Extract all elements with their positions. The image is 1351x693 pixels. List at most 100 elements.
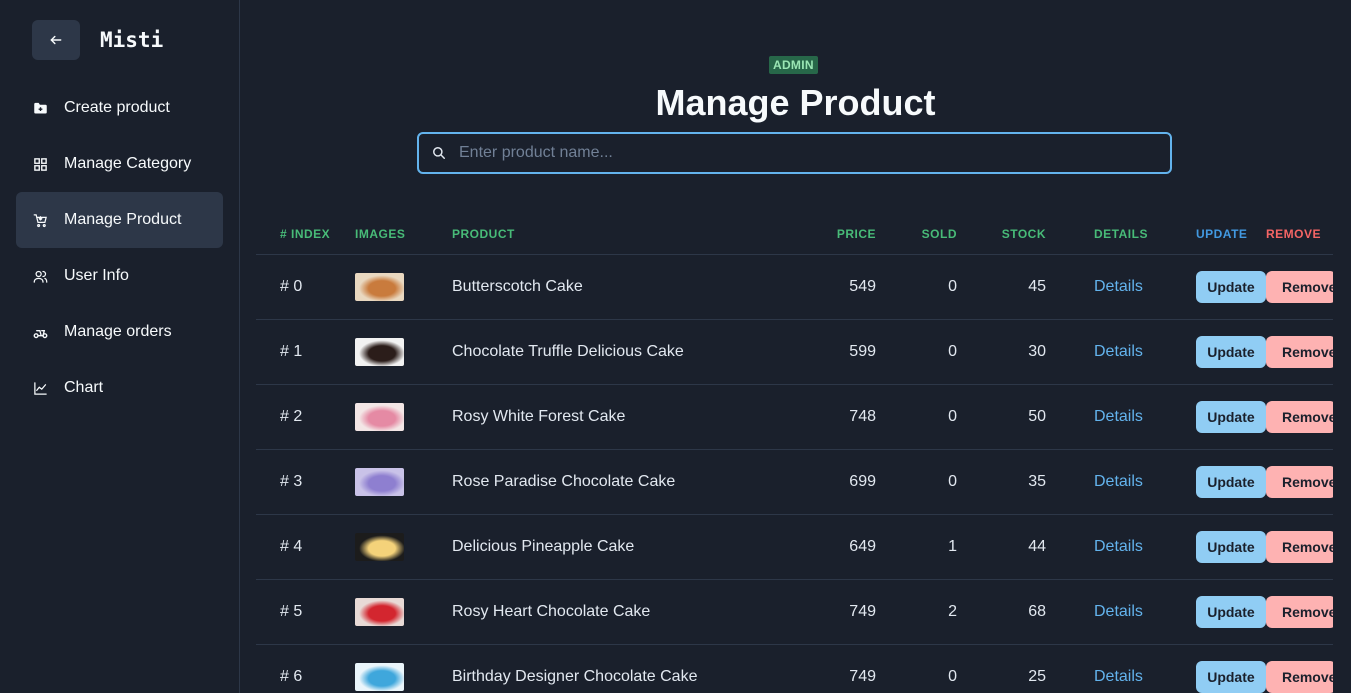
folder-plus-icon <box>32 100 48 116</box>
product-stock: 35 <box>957 448 1046 514</box>
table-row: # 1 Chocolate Truffle Delicious Cake 599 0 3… <box>256 318 1351 384</box>
table-row: # 6 Birthday Designer Chocolate Cake 749 0 2… <box>256 643 1351 693</box>
details-link[interactable]: Details <box>1094 473 1143 490</box>
remove-button[interactable]: Remove <box>1265 465 1336 498</box>
sidebar-item-user-info[interactable]: User Info <box>16 248 223 304</box>
product-name: Butterscotch Cake <box>452 253 782 319</box>
product-stock: 44 <box>957 513 1046 579</box>
column-header-update: UPDATE <box>1195 226 1248 241</box>
details-link[interactable]: Details <box>1094 603 1143 620</box>
sidebar-item-manage-product[interactable]: Manage Product <box>16 192 223 248</box>
line-chart-icon <box>32 380 48 396</box>
product-sold: 1 <box>876 513 957 579</box>
product-price: 649 <box>782 513 876 579</box>
product-price: 749 <box>782 643 876 693</box>
column-header-details: DETAILS <box>1094 226 1148 241</box>
product-sold: 2 <box>876 578 957 644</box>
page-title: Manage Product <box>655 82 936 123</box>
row-index: # 4 <box>256 513 355 579</box>
product-price: 748 <box>782 383 876 449</box>
product-name: Rose Paradise Chocolate Cake <box>452 448 782 514</box>
details-link[interactable]: Details <box>1094 343 1143 360</box>
product-name: Rosy Heart Chocolate Cake <box>452 578 782 644</box>
sidebar-item-chart[interactable]: Chart <box>16 360 223 416</box>
update-button[interactable]: Update <box>1195 335 1266 368</box>
remove-button[interactable]: Remove <box>1265 400 1336 433</box>
search-icon <box>419 146 459 160</box>
sidebar-item-manage-orders[interactable]: Manage orders <box>16 304 223 360</box>
product-image <box>355 337 404 366</box>
sidebar: Misti Create product Manage Category Manag… <box>0 0 240 693</box>
product-name: Delicious Pineapple Cake <box>452 513 782 579</box>
search-input[interactable] <box>459 134 1170 172</box>
product-image <box>355 532 404 561</box>
scooter-icon <box>32 324 48 340</box>
product-stock: 25 <box>957 643 1046 693</box>
brand: Misti <box>32 20 163 60</box>
product-sold: 0 <box>876 643 957 693</box>
remove-button[interactable]: Remove <box>1265 595 1336 628</box>
sidebar-item-label: Manage orders <box>64 323 172 340</box>
update-button[interactable]: Update <box>1195 400 1266 433</box>
app-name: Misti <box>100 28 164 52</box>
row-index: # 5 <box>256 578 355 644</box>
column-header-price: PRICE <box>836 226 876 241</box>
row-index: # 2 <box>256 383 355 449</box>
details-link[interactable]: Details <box>1094 538 1143 555</box>
update-button[interactable]: Update <box>1195 270 1266 303</box>
table-row: # 4 Delicious Pineapple Cake 649 1 44 Details… <box>256 513 1351 579</box>
update-button[interactable]: Update <box>1195 465 1266 498</box>
admin-badge: ADMIN <box>769 56 818 74</box>
arrow-left-icon <box>50 35 62 45</box>
sidebar-item-label: User Info <box>64 267 129 284</box>
product-image <box>355 467 404 496</box>
sidebar-item-label: Create product <box>64 99 170 116</box>
product-stock: 30 <box>957 318 1046 384</box>
grid-icon <box>32 156 48 172</box>
details-link[interactable]: Details <box>1094 668 1143 685</box>
product-price: 549 <box>782 253 876 319</box>
product-stock: 45 <box>957 253 1046 319</box>
table-row: # 3 Rose Paradise Chocolate Cake 699 0 35 Det… <box>256 448 1351 514</box>
product-name: Chocolate Truffle Delicious Cake <box>452 318 782 384</box>
table-row: # 2 Rosy White Forest Cake 748 0 50 Details Up… <box>256 383 1351 449</box>
product-price: 599 <box>782 318 876 384</box>
product-price: 749 <box>782 578 876 644</box>
column-header-sold: SOLD <box>921 226 957 241</box>
product-stock: 68 <box>957 578 1046 644</box>
products-table: # INDEX IMAGES PRODUCT PRICE SOLD STOCK … <box>256 214 1351 693</box>
details-link[interactable]: Details <box>1094 408 1143 425</box>
sidebar-item-manage-category[interactable]: Manage Category <box>16 136 223 192</box>
details-link[interactable]: Details <box>1094 278 1143 295</box>
product-image <box>355 402 404 431</box>
remove-button[interactable]: Remove <box>1265 530 1336 563</box>
table-row: # 5 Rosy Heart Chocolate Cake 749 2 68 Detail… <box>256 578 1351 644</box>
row-index: # 0 <box>256 253 355 319</box>
back-button[interactable] <box>32 20 80 60</box>
row-index: # 1 <box>256 318 355 384</box>
sidebar-item-label: Manage Product <box>64 211 182 228</box>
sidebar-item-create-product[interactable]: Create product <box>16 80 223 136</box>
product-name: Birthday Designer Chocolate Cake <box>452 643 782 693</box>
product-price: 699 <box>782 448 876 514</box>
sidebar-item-label: Manage Category <box>64 155 192 172</box>
table-overflow-clip <box>1333 214 1351 693</box>
update-button[interactable]: Update <box>1195 595 1266 628</box>
users-icon <box>32 268 48 284</box>
update-button[interactable]: Update <box>1195 660 1266 693</box>
table-row: # 0 Butterscotch Cake 549 0 45 Details Update R… <box>256 253 1351 319</box>
product-image <box>355 597 404 626</box>
product-image <box>355 662 404 691</box>
remove-button[interactable]: Remove <box>1265 335 1336 368</box>
remove-button[interactable]: Remove <box>1265 660 1336 693</box>
column-header-product: PRODUCT <box>452 226 515 241</box>
cart-icon <box>32 212 48 228</box>
product-sold: 0 <box>876 253 957 319</box>
row-index: # 6 <box>256 643 355 693</box>
sidebar-nav: Create product Manage Category Manage Prod… <box>16 80 223 416</box>
product-image <box>355 272 404 301</box>
remove-button[interactable]: Remove <box>1265 270 1336 303</box>
column-header-images: IMAGES <box>355 226 406 241</box>
update-button[interactable]: Update <box>1195 530 1266 563</box>
product-name: Rosy White Forest Cake <box>452 383 782 449</box>
